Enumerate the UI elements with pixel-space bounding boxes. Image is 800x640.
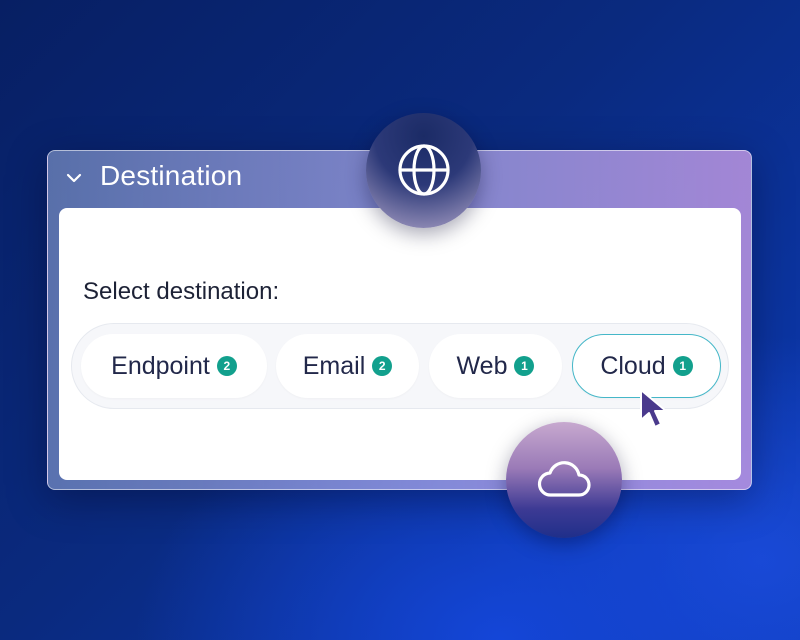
destination-option-endpoint[interactable]: Endpoint 2 [81, 334, 267, 398]
option-label: Cloud [600, 351, 666, 380]
count-badge: 2 [216, 356, 237, 376]
globe-badge [366, 113, 481, 228]
count-badge: 2 [372, 356, 393, 376]
select-destination-label: Select destination: [83, 278, 280, 305]
mouse-cursor-icon [640, 389, 667, 428]
chevron-down-icon[interactable] [64, 168, 84, 188]
destination-segmented-control: Endpoint 2 Email 2 Web 1 Cloud 1 [71, 323, 729, 409]
cloud-icon [537, 461, 591, 497]
destination-option-email[interactable]: Email 2 [276, 334, 419, 398]
count-badge: 1 [514, 356, 535, 376]
option-label: Web [456, 351, 508, 380]
panel-title: Destination [100, 160, 243, 191]
option-label: Email [302, 351, 366, 380]
destination-option-web[interactable]: Web 1 [429, 334, 562, 398]
globe-icon [398, 144, 450, 196]
destination-card: Select destination: Endpoint 2 Email 2 W… [59, 208, 741, 480]
count-badge: 1 [672, 356, 693, 376]
option-label: Endpoint [111, 351, 210, 380]
cloud-badge [506, 422, 622, 538]
